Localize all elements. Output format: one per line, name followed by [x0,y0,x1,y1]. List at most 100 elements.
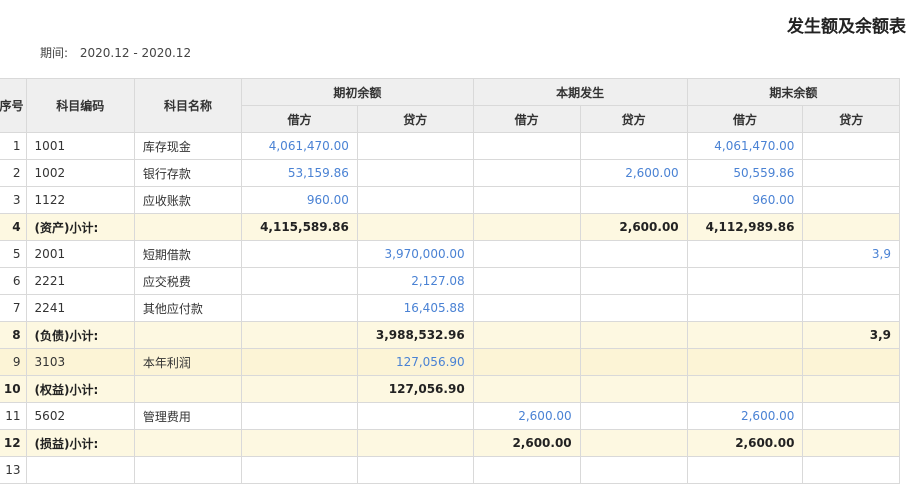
cell-opening-credit[interactable]: 2,127.08 [356,267,474,295]
cell-code: 1002 [25,159,135,187]
cell-opening-credit[interactable]: 127,056.90 [356,348,474,376]
table-row[interactable]: 11 5602 管理费用 2,600.00 2,600.00 [0,402,900,430]
cell-current-debit [472,321,581,349]
cell-opening-debit [241,429,358,457]
cell-opening-credit[interactable]: 127,056.90 [356,375,474,403]
cell-code: 5602 [25,402,135,430]
cell-closing-debit [686,294,804,322]
cell-name: 应交税费 [133,267,243,295]
header-closing-debit: 借方 [686,105,804,133]
cell-closing-debit[interactable]: 2,600.00 [686,429,804,457]
cell-opening-debit [241,402,358,430]
cell-opening-debit [241,267,358,295]
cell-code: 3103 [25,348,135,376]
cell-opening-debit [241,348,358,376]
table-row[interactable]: 9 3103 本年利润 127,056.90 [0,348,900,376]
cell-current-credit [579,240,688,268]
cell-current-credit[interactable]: 2,600.00 [579,213,688,241]
cell-closing-credit[interactable]: 3,9 [802,321,900,349]
cell-code: (损益)小计: [25,429,135,457]
cell-name [133,429,243,457]
report-title: 发生额及余额表 [787,17,906,37]
cell-closing-debit[interactable]: 50,559.86 [686,159,804,187]
cell-closing-debit[interactable]: 2,600.00 [686,402,804,430]
cell-current-credit [579,348,688,376]
cell-current-debit[interactable]: 2,600.00 [472,402,581,430]
cell-code: (负债)小计: [25,321,135,349]
cell-code: 1122 [25,186,135,214]
cell-opening-credit [356,213,474,241]
table-row[interactable]: 1 1001 库存现金 4,061,470.00 4,061,470.00 [0,132,900,160]
cell-opening-credit[interactable]: 16,405.88 [356,294,474,322]
table-row[interactable]: 3 1122 应收账款 960.00 960.00 [0,186,900,214]
cell-closing-credit [802,402,900,430]
cell-closing-debit [686,348,804,376]
table-row[interactable]: 6 2221 应交税费 2,127.08 [0,267,900,295]
cell-name [133,456,243,484]
cell-name: 库存现金 [133,132,243,160]
cell-current-credit [579,186,688,214]
cell-current-credit[interactable]: 2,600.00 [579,159,688,187]
cell-code: (资产)小计: [25,213,135,241]
subtotal-row[interactable]: 12 (损益)小计: 2,600.00 2,600.00 [0,429,900,457]
cell-opening-debit[interactable]: 960.00 [241,186,358,214]
cell-closing-credit [802,132,900,160]
cell-seq: 2 [0,159,27,187]
cell-name [133,213,243,241]
cell-opening-debit[interactable]: 53,159.86 [241,159,358,187]
period-info: 期间: 2020.12 - 2020.12 [40,44,191,61]
cell-name [133,321,243,349]
cell-current-debit [472,159,581,187]
cell-current-debit [472,375,581,403]
table-row[interactable]: 7 2241 其他应付款 16,405.88 [0,294,900,322]
cell-closing-credit [802,186,900,214]
cell-current-debit [472,456,581,484]
cell-closing-credit [802,294,900,322]
cell-closing-credit [802,213,900,241]
period-label: 期间: [40,46,69,60]
cell-opening-credit[interactable]: 3,970,000.00 [356,240,474,268]
cell-opening-credit [356,186,474,214]
cell-current-debit [472,213,581,241]
cell-current-credit [579,429,688,457]
header-code: 科目编码 [25,78,135,133]
cell-seq: 3 [0,186,27,214]
cell-opening-debit [241,294,358,322]
cell-seq: 8 [0,321,27,349]
subtotal-row[interactable]: 8 (负债)小计: 3,988,532.96 3,9 [0,321,900,349]
cell-closing-debit[interactable]: 960.00 [686,186,804,214]
table-row[interactable]: 5 2001 短期借款 3,970,000.00 3,9 [0,240,900,268]
subtotal-row[interactable]: 4 (资产)小计: 4,115,589.86 2,600.00 4,112,989.86 [0,213,900,241]
balance-table: 序号 科目编码 科目名称 期初余额 本期发生 期末余额 借方 贷方 借方 贷方 … [0,78,901,484]
table-row[interactable]: 13 [0,456,900,484]
cell-name: 应收账款 [133,186,243,214]
cell-opening-debit [241,375,358,403]
cell-current-debit [472,240,581,268]
cell-closing-credit [802,267,900,295]
cell-seq: 6 [0,267,27,295]
cell-opening-credit[interactable]: 3,988,532.96 [356,321,474,349]
subtotal-row[interactable]: 10 (权益)小计: 127,056.90 [0,375,900,403]
cell-current-debit[interactable]: 2,600.00 [472,429,581,457]
cell-closing-credit [802,456,900,484]
cell-current-credit [579,402,688,430]
cell-current-credit [579,321,688,349]
header-current-debit: 借方 [472,105,581,133]
cell-closing-debit[interactable]: 4,112,989.86 [686,213,804,241]
cell-closing-credit [802,375,900,403]
cell-seq: 12 [0,429,27,457]
cell-name: 管理费用 [133,402,243,430]
cell-closing-credit[interactable]: 3,9 [802,240,900,268]
cell-closing-debit[interactable]: 4,061,470.00 [686,132,804,160]
cell-opening-debit[interactable]: 4,061,470.00 [241,132,358,160]
cell-opening-debit[interactable]: 4,115,589.86 [241,213,358,241]
header-current-credit: 贷方 [579,105,688,133]
header-opening-debit: 借方 [241,105,358,133]
cell-current-debit [472,348,581,376]
header-name: 科目名称 [133,78,243,133]
cell-seq: 7 [0,294,27,322]
table-row[interactable]: 2 1002 银行存款 53,159.86 2,600.00 50,559.86 [0,159,900,187]
cell-current-debit [472,294,581,322]
cell-current-credit [579,267,688,295]
header-opening-credit: 贷方 [356,105,474,133]
